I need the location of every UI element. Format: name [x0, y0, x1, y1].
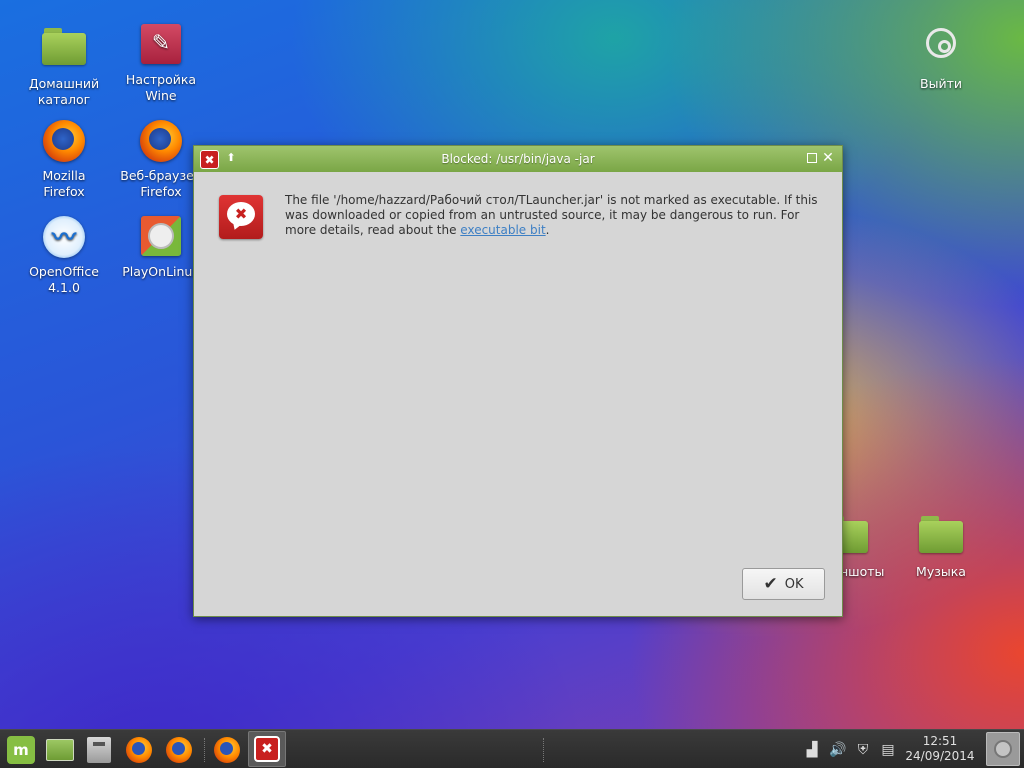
- dialog-titlebar[interactable]: ✖ ⬆ Blocked: /usr/bin/java -jar ✕: [194, 146, 842, 172]
- dialog-message: The file '/home/hazzard/Рабочий стол/TLa…: [285, 193, 825, 238]
- dialog-title: Blocked: /usr/bin/java -jar: [441, 152, 595, 166]
- desktop-icon-label: OpenOffice 4.1.0: [29, 264, 99, 295]
- folder-icon: [919, 516, 963, 560]
- checkmark-icon: ✔: [763, 574, 778, 594]
- mint-menu-icon: m: [7, 736, 35, 764]
- user-button[interactable]: [986, 732, 1020, 766]
- desktop-icon-logout[interactable]: Выйти: [893, 24, 989, 92]
- wine-config-icon: ✎: [139, 24, 183, 68]
- firefox-launcher[interactable]: [124, 735, 154, 765]
- desktop-icon-label: Выйти: [920, 76, 962, 91]
- desktop-icon-home[interactable]: Домашний каталог: [16, 24, 112, 108]
- firefox-icon: [139, 120, 183, 164]
- blocked-dialog: ✖ ⬆ Blocked: /usr/bin/java -jar ✕ ✖ The …: [193, 145, 843, 617]
- show-desktop-button[interactable]: [45, 735, 75, 765]
- home-folder-icon: [42, 28, 86, 72]
- file-manager-launcher[interactable]: [84, 735, 114, 765]
- clock[interactable]: 12:51 24/09/2014: [900, 734, 980, 764]
- ok-label: OK: [784, 576, 804, 592]
- close-button[interactable]: ✕: [820, 150, 836, 166]
- desktop-icon-mozilla-firefox[interactable]: Mozilla Firefox: [16, 120, 112, 200]
- taskbar-panel: m ✖ ▟ 🔊 ⛨ ▤ 12:51 24/09/2014: [0, 729, 1024, 768]
- desktop-icon-label: Настройка Wine: [125, 72, 197, 103]
- desktop-icon-wine-config[interactable]: ✎ Настройка Wine: [113, 24, 209, 104]
- clock-time: 12:51: [922, 734, 958, 748]
- file-manager-icon: [87, 737, 111, 763]
- update-shield-icon[interactable]: ⛨: [853, 740, 873, 760]
- show-desktop-icon: [46, 739, 74, 761]
- volume-icon[interactable]: 🔊: [828, 740, 848, 760]
- error-icon: ✖: [219, 195, 263, 239]
- user-icon: [994, 740, 1012, 758]
- maximize-button[interactable]: [807, 153, 817, 163]
- executable-bit-link[interactable]: executable bit: [460, 223, 545, 237]
- panel-separator: [543, 738, 545, 762]
- network-icon[interactable]: ▟: [802, 740, 822, 760]
- desktop-icon-openoffice[interactable]: 〰 OpenOffice 4.1.0: [16, 216, 112, 296]
- clock-date: 24/09/2014: [905, 749, 975, 763]
- firefox-icon: [126, 737, 152, 763]
- desktop-icon-music[interactable]: Музыка: [893, 512, 989, 580]
- message-text: The file '/home/hazzard/Рабочий стол/TLa…: [285, 193, 818, 237]
- panel-separator: [204, 738, 206, 762]
- message-end: .: [545, 223, 550, 237]
- firefox-icon: [214, 737, 240, 763]
- desktop-icon-label: Mozilla Firefox: [42, 168, 86, 199]
- firefox-icon: [166, 737, 192, 763]
- firefox-icon: [42, 120, 86, 164]
- firefox-launcher-2[interactable]: [164, 735, 194, 765]
- logout-icon: [919, 28, 963, 72]
- desktop-icon-label: Домашний каталог: [28, 76, 100, 107]
- taskbar-window-blocked-dialog[interactable]: ✖: [248, 731, 286, 767]
- openoffice-icon: 〰: [42, 216, 86, 260]
- taskbar-window-firefox[interactable]: [212, 735, 242, 765]
- menu-button[interactable]: m: [6, 735, 36, 765]
- ok-button[interactable]: ✔ OK: [742, 568, 825, 600]
- desktop-icon-label: Музыка: [916, 564, 966, 579]
- playonlinux-icon: [139, 216, 183, 260]
- error-icon: ✖: [254, 736, 280, 762]
- keyboard-icon[interactable]: ▤: [878, 740, 898, 760]
